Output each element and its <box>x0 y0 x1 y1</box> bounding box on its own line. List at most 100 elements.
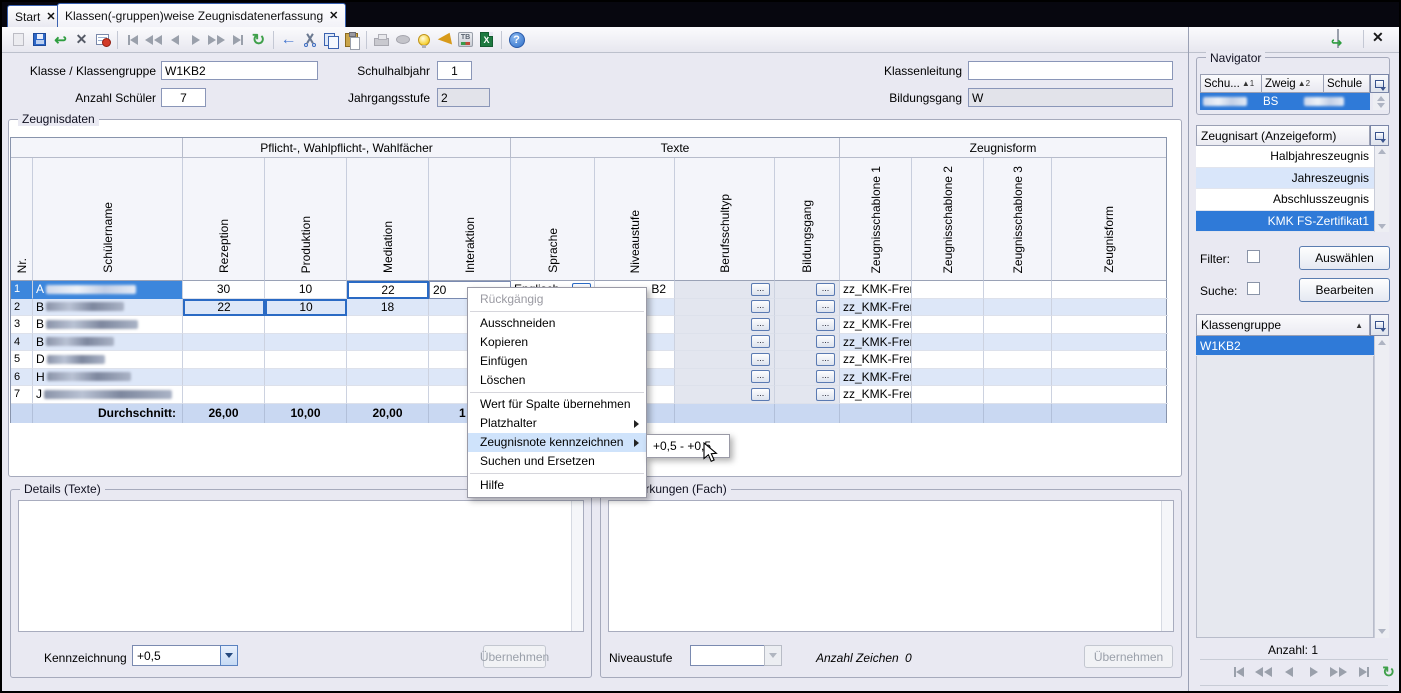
niveaustufe-value[interactable] <box>690 645 764 666</box>
rec-next-fast-icon[interactable] <box>1328 662 1349 682</box>
rec-next-icon[interactable] <box>1303 662 1324 682</box>
col-header-nr[interactable]: Nr. <box>11 158 33 281</box>
row-nr[interactable]: 4 <box>11 334 33 352</box>
cell-mediation[interactable] <box>347 334 429 352</box>
nav-first-icon[interactable] <box>122 30 143 50</box>
tab-start-close-icon[interactable]: ✕ <box>46 10 55 23</box>
navigator-column-chooser-button[interactable] <box>1370 74 1389 93</box>
menu-item-ausschneiden[interactable]: Ausschneiden <box>468 314 646 333</box>
menu-item-zeugnisnote-kennzeichnen[interactable]: Zeugnisnote kennzeichnen <box>468 433 646 452</box>
kennzeichnung-value[interactable]: +0,5 <box>132 645 220 666</box>
menu-item-platzhalter[interactable]: Platzhalter <box>468 414 646 433</box>
zeugnisart-item-kmk-fs-zertifikat1[interactable]: KMK FS-Zertifikat1 <box>1196 211 1374 233</box>
cell-zeugnisform[interactable] <box>1052 316 1168 334</box>
bemerkungen-uebernehmen-button[interactable]: Übernehmen <box>1084 645 1173 668</box>
zeugnisart-item-halbjahreszeugnis[interactable]: Halbjahreszeugnis <box>1196 146 1374 168</box>
cell-zeugnisschablone2[interactable] <box>912 334 984 352</box>
zeugnisart-list-header[interactable]: Zeugnisart (Anzeigeform) <box>1196 125 1370 146</box>
nav-prev-fast-icon[interactable] <box>143 30 164 50</box>
suche-checkbox[interactable] <box>1247 282 1260 295</box>
col-header-berufsschultyp[interactable]: Berufsschultyp <box>675 158 775 281</box>
cell-mediation[interactable] <box>347 316 429 334</box>
cell-rezeption[interactable] <box>183 351 265 369</box>
notifications-icon[interactable] <box>434 30 455 50</box>
bildungsgang-ellipsis-button[interactable]: ... <box>816 353 835 366</box>
zeugnisart-scrollbar[interactable] <box>1374 146 1389 232</box>
zeugnisart-item-abschlusszeugnis[interactable]: Abschlusszeugnis <box>1196 189 1374 211</box>
print-icon[interactable] <box>371 30 392 50</box>
panel-close-icon[interactable]: ✕ <box>1372 29 1384 46</box>
row-nr[interactable]: 1 <box>11 281 33 299</box>
col-header-interaktion[interactable]: Interaktion <box>429 158 511 281</box>
rec-prev-fast-icon[interactable] <box>1253 662 1274 682</box>
bemerkungen-scrollbar[interactable] <box>1161 501 1173 631</box>
menu-item-suchen-ersetzen[interactable]: Suchen und Ersetzen <box>468 452 646 471</box>
cell-produktion[interactable] <box>265 316 347 334</box>
rec-last-icon[interactable] <box>1353 662 1374 682</box>
details-scrollbar[interactable] <box>571 501 583 631</box>
klassengruppe-column-chooser-button[interactable] <box>1370 314 1389 336</box>
cut-icon[interactable] <box>299 30 320 50</box>
cell-mediation[interactable] <box>347 386 429 404</box>
cell-zeugnisschablone2[interactable] <box>912 369 984 387</box>
navigator-col-schule-nr[interactable]: Schu...▲1 <box>1200 74 1262 93</box>
cell-produktion[interactable]: 10 <box>265 281 347 299</box>
student-name-redacted[interactable]: A <box>33 281 183 299</box>
row-nr[interactable]: 5 <box>11 351 33 369</box>
cell-produktion[interactable] <box>265 334 347 352</box>
menu-item-einfuegen[interactable]: Einfügen <box>468 352 646 371</box>
col-header-rezeption[interactable]: Rezeption <box>183 158 265 281</box>
nav-next-icon[interactable] <box>185 30 206 50</box>
bildungsgang-ellipsis-button[interactable]: ... <box>816 370 835 383</box>
cell-produktion[interactable] <box>265 386 347 404</box>
cell-zeugnisschablone3[interactable] <box>984 334 1052 352</box>
excel-export-icon[interactable]: X <box>476 30 497 50</box>
save-icon[interactable] <box>29 30 50 50</box>
col-header-sprache[interactable]: Sprache <box>511 158 595 281</box>
navigator-selected-row[interactable]: BS <box>1200 93 1370 110</box>
cell-zeugnisschablone2[interactable] <box>912 351 984 369</box>
schulhalbjahr-input[interactable]: 1 <box>437 61 472 80</box>
student-name-redacted[interactable]: B <box>33 334 183 352</box>
bildungsgang-ellipsis-button[interactable]: ... <box>816 283 835 296</box>
nav-last-icon[interactable] <box>227 30 248 50</box>
klassengruppe-item-w1kb2[interactable]: W1KB2 <box>1196 336 1374 356</box>
col-header-zeugnisschablone2[interactable]: Zeugnisschablone 2 <box>912 158 984 281</box>
klassengruppe-scrollbar[interactable] <box>1374 336 1389 638</box>
klassengruppe-list-header[interactable]: Klassengruppe ▲ <box>1196 314 1370 336</box>
berufsschultyp-ellipsis-button[interactable]: ... <box>751 388 770 401</box>
student-name-redacted[interactable]: H <box>33 369 183 387</box>
edit-form-icon[interactable] <box>92 30 113 50</box>
bildungsgang-ellipsis-button[interactable]: ... <box>816 318 835 331</box>
cell-zeugnisschablone1[interactable]: zz_KMK-Frem... <box>840 316 912 334</box>
delete-record-icon[interactable]: ✕ <box>71 30 92 50</box>
cell-zeugnisschablone2[interactable] <box>912 316 984 334</box>
col-header-zeugnisschablone1[interactable]: Zeugnisschablone 1 <box>840 158 912 281</box>
col-header-produktion[interactable]: Produktion <box>265 158 347 281</box>
cell-zeugnisschablone1[interactable]: zz_KMK-Frem... <box>840 386 912 404</box>
student-name-redacted[interactable]: D <box>33 351 183 369</box>
berufsschultyp-ellipsis-button[interactable]: ... <box>751 318 770 331</box>
row-nr[interactable]: 7 <box>11 386 33 404</box>
cell-zeugnisform[interactable] <box>1052 386 1168 404</box>
col-header-zeugnisform[interactable]: Zeugnisform <box>1052 158 1166 281</box>
cell-mediation-selected[interactable]: 22 <box>347 281 429 299</box>
filter-checkbox[interactable] <box>1247 250 1260 263</box>
bildungsgang-ellipsis-button[interactable]: ... <box>816 300 835 313</box>
cell-zeugnisschablone2[interactable] <box>912 299 984 317</box>
panel-transfer-icon[interactable]: ↪ <box>1337 30 1357 48</box>
cell-zeugnisschablone2[interactable] <box>912 281 984 299</box>
undo-icon[interactable]: ↩ <box>50 30 71 50</box>
klasse-input[interactable]: W1KB2 <box>161 61 318 80</box>
help-icon[interactable]: ? <box>506 30 527 50</box>
student-name-redacted[interactable]: B <box>33 316 183 334</box>
row-nr[interactable]: 3 <box>11 316 33 334</box>
anzahl-schueler-input[interactable]: 7 <box>161 88 206 107</box>
cell-zeugnisschablone1[interactable]: zz_KMK-Frem... <box>840 369 912 387</box>
new-record-icon[interactable] <box>8 30 29 50</box>
nav-next-fast-icon[interactable] <box>206 30 227 50</box>
cell-zeugnisform[interactable] <box>1052 351 1168 369</box>
rec-refresh-icon[interactable]: ↻ <box>1378 662 1399 682</box>
details-textarea[interactable] <box>18 500 584 632</box>
berufsschultyp-ellipsis-button[interactable]: ... <box>751 335 770 348</box>
